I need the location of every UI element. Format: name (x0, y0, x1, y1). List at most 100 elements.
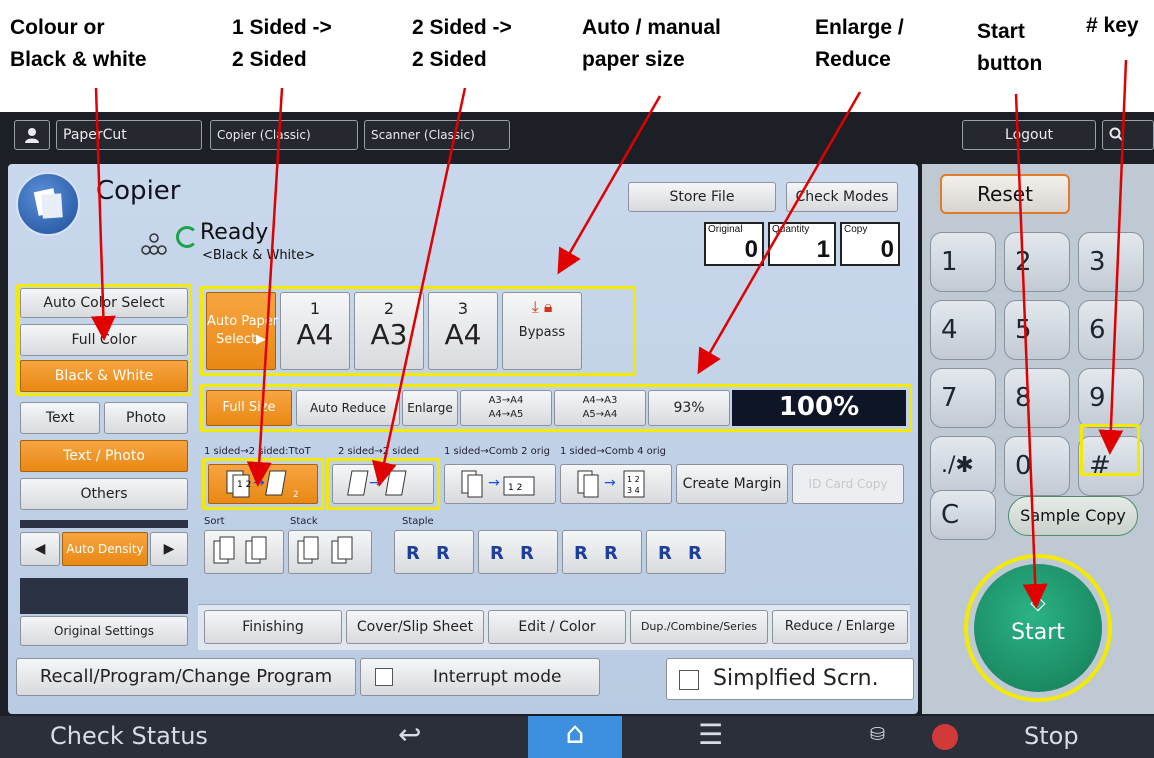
svg-text:1 2: 1 2 (508, 483, 522, 493)
preset-enlarge-button[interactable]: A4→A3 A5→A4 (554, 390, 646, 426)
menu-icon[interactable]: ☰ (698, 718, 723, 751)
sort-button[interactable] (204, 530, 284, 574)
staple-icon: RR (574, 543, 618, 564)
store-file-button[interactable]: Store File (628, 182, 776, 212)
home-icon[interactable]: ⌂ (528, 716, 622, 758)
tab-dup-combine[interactable]: Dup./Combine/Series (630, 610, 768, 644)
photo-mode-button[interactable]: Photo (104, 402, 188, 434)
preset-line: A4→A5 (488, 409, 524, 420)
tray-3-button[interactable]: 3 A4 (428, 292, 498, 370)
key-1[interactable]: 1 (930, 232, 996, 292)
annotation-line: Start (977, 20, 1025, 43)
staple-top-button[interactable]: RR (646, 530, 726, 574)
tray-number: 2 (383, 299, 395, 318)
full-color-button[interactable]: Full Color (20, 324, 188, 356)
tray-paper-size: A4 (444, 318, 482, 351)
copier-classic-button[interactable]: Copier (Classic) (210, 120, 358, 150)
tray-number: 3 (457, 299, 469, 318)
key-6[interactable]: 6 (1078, 300, 1144, 360)
text-mode-button[interactable]: Text (20, 402, 100, 434)
combine-2-button[interactable]: → 1 2 (444, 464, 556, 504)
two-to-two-sided-icon: → (347, 470, 407, 496)
svg-text:R: R (688, 543, 702, 564)
svg-text:R: R (658, 543, 672, 564)
svg-text:2: 2 (293, 490, 299, 500)
search-button[interactable] (1102, 120, 1154, 150)
density-display (20, 578, 188, 614)
check-status-button[interactable]: Check Status (50, 722, 208, 750)
copy-counter: Copy 0 (840, 222, 900, 266)
simplified-screen-button[interactable]: Simplfied Scrn. (666, 658, 914, 700)
logout-button[interactable]: Logout (962, 120, 1096, 150)
hash-key-highlight (1080, 424, 1140, 476)
tab-reduce-enlarge[interactable]: Reduce / Enlarge (772, 610, 908, 644)
auto-reduce-button[interactable]: Auto Reduce (296, 390, 400, 426)
two-sided-to-two-sided-button[interactable]: → (332, 464, 434, 504)
auto-density-button[interactable]: Auto Density (62, 532, 148, 566)
key-4[interactable]: 4 (930, 300, 996, 360)
staple-top-right-button[interactable]: RR (478, 530, 558, 574)
stack-button[interactable] (288, 530, 372, 574)
annotation-line: paper size (582, 48, 685, 71)
bypass-tray-button[interactable]: ⤓ 🔒︎ Bypass (502, 292, 582, 370)
annotation-line: # key (1086, 14, 1139, 37)
key-clear[interactable]: C (930, 490, 996, 540)
one-sided-to-two-sided-button[interactable]: 1 2 → 2 (208, 464, 318, 504)
papercut-app-button[interactable]: PaperCut (56, 120, 202, 150)
staple-icon: RR (406, 543, 450, 564)
counter-label: Original (708, 224, 743, 235)
annotation-line: Reduce (815, 48, 891, 71)
counter-label: Copy (844, 224, 868, 235)
check-modes-button[interactable]: Check Modes (786, 182, 898, 212)
tab-edit-color[interactable]: Edit / Color (488, 610, 626, 644)
scanner-classic-button[interactable]: Scanner (Classic) (364, 120, 510, 150)
auto-paper-select-button[interactable]: Auto Paper Select▶ (206, 292, 278, 370)
key-dot-star[interactable]: ./✱ (930, 436, 996, 496)
start-button[interactable]: ◇ Start (974, 564, 1102, 692)
original-settings-button[interactable]: Original Settings (20, 616, 188, 646)
sample-copy-button[interactable]: Sample Copy (1008, 496, 1138, 536)
svg-text:1 2: 1 2 (237, 480, 251, 490)
tray-number: 1 (309, 299, 321, 318)
toner-icon (136, 228, 172, 264)
key-2[interactable]: 2 (1004, 232, 1070, 292)
enlarge-button[interactable]: Enlarge (402, 390, 458, 426)
key-0[interactable]: 0 (1004, 436, 1070, 496)
key-5[interactable]: 5 (1004, 300, 1070, 360)
id-card-copy-button: ID Card Copy (792, 464, 904, 504)
tab-finishing[interactable]: Finishing (204, 610, 342, 644)
interrupt-checkbox (375, 668, 393, 686)
key-9[interactable]: 9 (1078, 368, 1144, 428)
key-7[interactable]: 7 (930, 368, 996, 428)
density-decrease-button[interactable]: ◀ (20, 532, 60, 566)
back-icon[interactable]: ↩ (398, 718, 421, 751)
sort-label: Sort (204, 516, 225, 527)
tray-1-button[interactable]: 1 A4 (280, 292, 350, 370)
staple-left-button[interactable]: RR (562, 530, 642, 574)
reset-button[interactable]: Reset (940, 174, 1070, 214)
auto-color-select-button[interactable]: Auto Color Select (20, 288, 188, 318)
recall-program-button[interactable]: Recall/Program/Change Program (16, 658, 356, 696)
key-3[interactable]: 3 (1078, 232, 1144, 292)
black-white-button[interactable]: Black & White (20, 360, 188, 392)
status-text: Ready (200, 220, 269, 245)
staple-top-left-button[interactable]: RR (394, 530, 474, 574)
ratio-93-button[interactable]: 93% (648, 390, 730, 426)
full-size-button[interactable]: Full Size (206, 390, 292, 426)
original-counter: Original 0 (704, 222, 764, 266)
others-mode-button[interactable]: Others (20, 478, 188, 510)
interrupt-mode-button[interactable]: Interrupt mode (360, 658, 600, 696)
combine-4-icon: → 1 2 3 4 (577, 470, 645, 498)
tray-2-button[interactable]: 2 A3 (354, 292, 424, 370)
text-photo-mode-button[interactable]: Text / Photo (20, 440, 188, 472)
tab-cover-slip[interactable]: Cover/Slip Sheet (346, 610, 484, 644)
stop-button[interactable]: Stop (1024, 722, 1079, 750)
combine-4-button[interactable]: → 1 2 3 4 (560, 464, 672, 504)
ready-status-icon (176, 226, 198, 248)
annotation-paper-size: Auto / manual paper size (582, 12, 721, 76)
user-button[interactable] (14, 120, 50, 150)
density-increase-button[interactable]: ▶ (150, 532, 188, 566)
create-margin-button[interactable]: Create Margin (676, 464, 788, 504)
key-8[interactable]: 8 (1004, 368, 1070, 428)
preset-reduce-button[interactable]: A3→A4 A4→A5 (460, 390, 552, 426)
